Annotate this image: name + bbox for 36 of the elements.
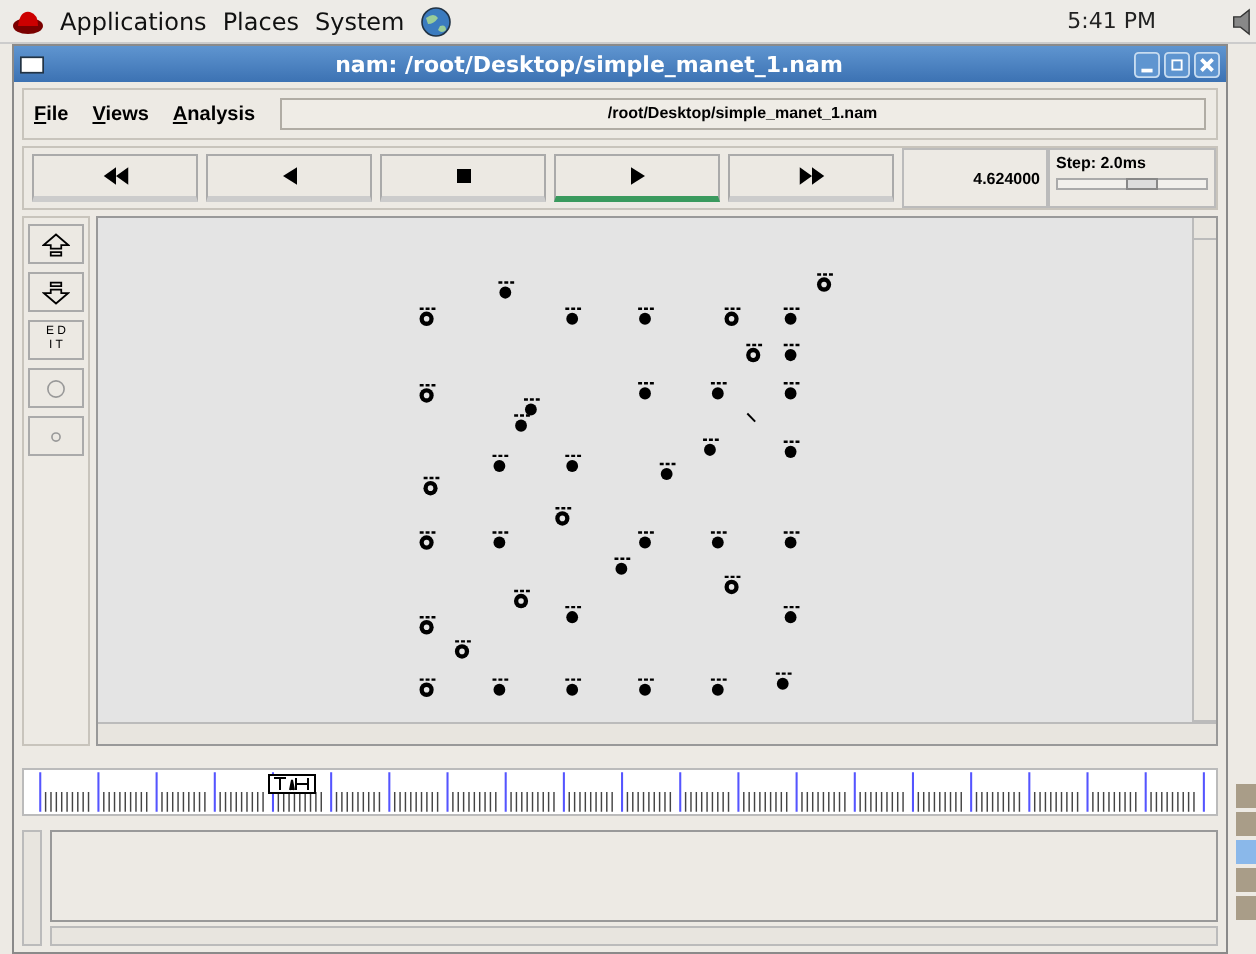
playback-button[interactable]	[32, 154, 198, 202]
circle-icon	[42, 375, 70, 401]
horizontal-scrollbar[interactable]	[50, 926, 1218, 946]
vertical-scrollbar[interactable]	[22, 830, 42, 946]
horizontal-scrollbar[interactable]	[98, 722, 1216, 744]
playback-button[interactable]	[380, 154, 546, 202]
close-icon[interactable]	[1194, 51, 1220, 77]
clock[interactable]: 5:41 PM	[1067, 8, 1156, 34]
speaker-icon[interactable]	[1232, 7, 1256, 35]
minimize-icon[interactable]	[1134, 51, 1160, 77]
fast-forward-icon	[797, 166, 825, 186]
zoom-out-icon	[42, 279, 70, 305]
playback-button[interactable]	[728, 154, 894, 202]
window-title: nam: /root/Desktop/simple_manet_1.nam	[333, 51, 845, 77]
slider-thumb[interactable]	[1125, 178, 1158, 190]
time-slider-handle[interactable]	[268, 774, 316, 794]
step-label: Step: 2.0ms	[1056, 154, 1148, 172]
timeline[interactable]	[22, 768, 1218, 816]
rewind-icon	[101, 166, 129, 186]
vertical-scrollbar[interactable]	[1192, 218, 1216, 722]
globe-icon[interactable]	[420, 5, 453, 37]
step-slider[interactable]	[1056, 178, 1208, 190]
menu-item[interactable]: File	[34, 103, 69, 125]
panel-menu[interactable]: Applications	[60, 7, 207, 35]
maximize-icon[interactable]	[1164, 51, 1190, 77]
time-display: 4.624000	[902, 148, 1048, 208]
panel-menu[interactable]: Places	[222, 7, 299, 35]
tool-button[interactable]	[28, 224, 84, 264]
panel-menu[interactable]: System	[314, 7, 405, 35]
menu-item[interactable]: Views	[92, 103, 149, 125]
menu-item[interactable]: Analysis	[172, 103, 256, 125]
tool-button[interactable]	[28, 272, 84, 312]
desktop-strip-drawing	[1236, 784, 1256, 920]
zoom-in-icon	[42, 231, 70, 257]
window-menu-icon[interactable]	[20, 55, 44, 73]
file-path-field: /root/Desktop/simple_manet_1.nam	[279, 98, 1206, 130]
